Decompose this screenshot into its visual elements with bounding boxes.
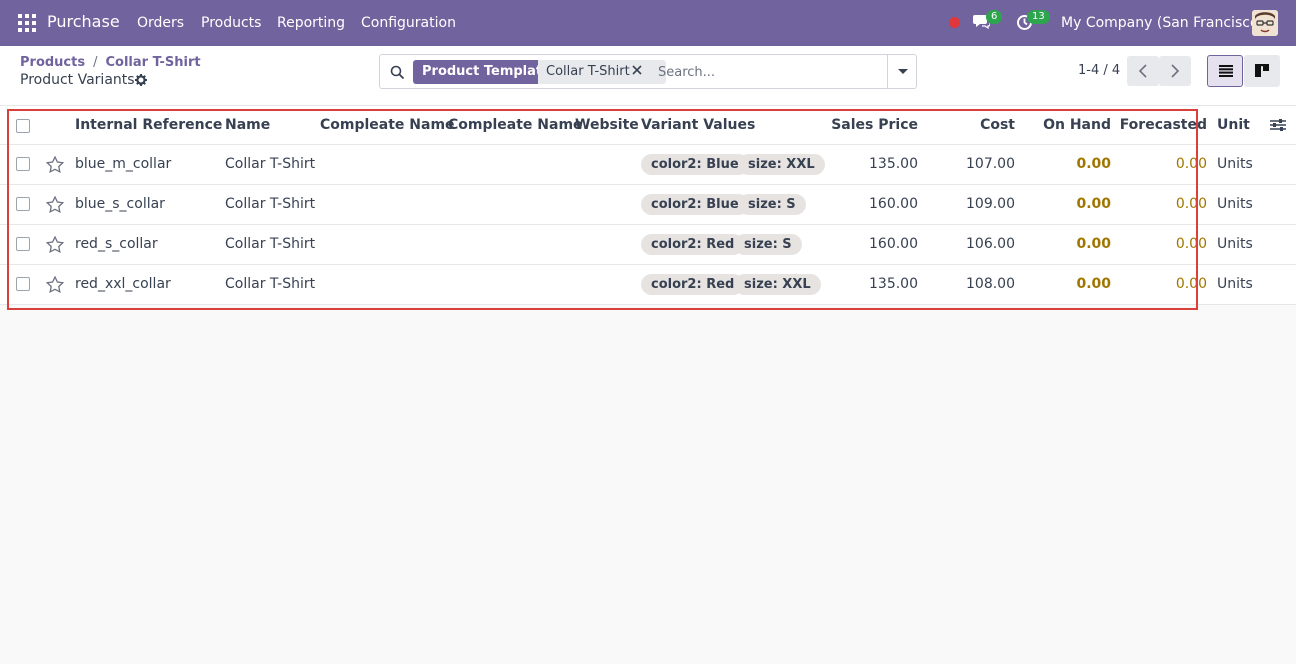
search-bar: Product Template Collar T-Shirt	[379, 54, 917, 89]
avatar-face-icon	[1252, 10, 1278, 36]
list-view-icon	[1219, 65, 1233, 77]
chevron-left-icon	[1138, 64, 1147, 78]
activities-badge: 13	[1027, 10, 1050, 24]
optional-columns-icon[interactable]	[1270, 118, 1286, 132]
variant-tag: color2: Red	[641, 274, 745, 295]
table-row[interactable]: red_s_collar Collar T-Shirt color2: Red …	[0, 225, 1296, 265]
list-view-button[interactable]	[1207, 55, 1243, 87]
column-forecasted[interactable]: Forecasted	[1120, 117, 1207, 133]
app-brand[interactable]: Purchase	[47, 12, 120, 31]
cell-name: Collar T-Shirt	[225, 236, 316, 252]
cell-on-hand: 0.00	[1076, 236, 1111, 252]
menu-products[interactable]: Products	[201, 15, 261, 31]
cell-cost: 108.00	[966, 276, 1015, 292]
favorite-star-icon[interactable]	[46, 236, 64, 253]
recording-indicator-icon[interactable]	[949, 17, 960, 28]
top-navbar: Purchase Orders Products Reporting Confi…	[0, 0, 1296, 46]
cell-sales-price: 160.00	[869, 236, 918, 252]
favorite-star-icon[interactable]	[46, 196, 64, 213]
column-website[interactable]: Website	[575, 117, 639, 133]
user-avatar[interactable]	[1252, 10, 1278, 36]
search-icon	[390, 65, 405, 80]
gear-icon[interactable]	[135, 74, 147, 86]
column-unit[interactable]: Unit	[1217, 117, 1250, 133]
menu-configuration[interactable]: Configuration	[361, 15, 456, 31]
menu-orders[interactable]: Orders	[137, 15, 184, 31]
kanban-view-button[interactable]	[1244, 55, 1280, 87]
column-compleate-name[interactable]: Compleate Name	[320, 117, 455, 133]
control-panel: Products / Collar T-Shirt Product Variants…	[0, 46, 1296, 106]
cell-on-hand: 0.00	[1076, 156, 1111, 172]
page-title: Product Variants	[20, 72, 135, 88]
table-row[interactable]: blue_m_collar Collar T-Shirt color2: Blu…	[0, 145, 1296, 185]
variant-tag: color2: Blue	[641, 194, 749, 215]
cell-sales-price: 135.00	[869, 276, 918, 292]
cell-unit: Units	[1217, 156, 1253, 172]
pager-next-button[interactable]	[1159, 56, 1191, 86]
menu-reporting[interactable]: Reporting	[277, 15, 345, 31]
apps-menu-icon[interactable]	[18, 14, 36, 32]
remove-facet-icon[interactable]	[632, 65, 642, 75]
cell-name: Collar T-Shirt	[225, 156, 316, 172]
cell-cost: 107.00	[966, 156, 1015, 172]
column-variant-values[interactable]: Variant Values	[641, 117, 755, 133]
breadcrumb-collar-tshirt-link[interactable]: Collar T-Shirt	[105, 55, 200, 70]
cell-internal-reference: red_xxl_collar	[75, 276, 171, 292]
pager-previous-button[interactable]	[1127, 56, 1159, 86]
table-row[interactable]: red_xxl_collar Collar T-Shirt color2: Re…	[0, 265, 1296, 305]
variant-tag: color2: Red	[641, 234, 745, 255]
favorite-star-icon[interactable]	[46, 276, 64, 293]
cell-sales-price: 160.00	[869, 196, 918, 212]
favorite-star-icon[interactable]	[46, 156, 64, 173]
caret-down-icon	[898, 69, 908, 74]
cell-unit: Units	[1217, 196, 1253, 212]
cell-sales-price: 135.00	[869, 156, 918, 172]
breadcrumb-products-link[interactable]: Products	[20, 55, 85, 70]
kanban-view-icon	[1255, 64, 1269, 77]
cell-name: Collar T-Shirt	[225, 276, 316, 292]
cell-internal-reference: red_s_collar	[75, 236, 158, 252]
cell-on-hand: 0.00	[1076, 276, 1111, 292]
cell-name: Collar T-Shirt	[225, 196, 316, 212]
messages-badge: 6	[986, 10, 1003, 24]
table-header: Internal Reference Name Compleate Name C…	[0, 106, 1296, 145]
breadcrumb: Products / Collar T-Shirt	[20, 55, 201, 70]
cell-forecasted: 0.00	[1175, 236, 1207, 252]
column-on-hand[interactable]: On Hand	[1043, 117, 1111, 133]
search-input[interactable]	[658, 61, 878, 83]
variant-tag: size: XXL	[738, 154, 825, 175]
cell-cost: 106.00	[966, 236, 1015, 252]
table-row[interactable]: blue_s_collar Collar T-Shirt color2: Blu…	[0, 185, 1296, 225]
column-cost[interactable]: Cost	[980, 117, 1015, 133]
variant-tag: size: XXL	[734, 274, 821, 295]
variant-tag: size: S	[738, 194, 806, 215]
cell-internal-reference: blue_s_collar	[75, 196, 165, 212]
select-all-checkbox[interactable]	[16, 119, 30, 133]
variant-tag: color2: Blue	[641, 154, 749, 175]
row-checkbox[interactable]	[16, 277, 30, 291]
cell-cost: 109.00	[966, 196, 1015, 212]
row-checkbox[interactable]	[16, 157, 30, 171]
cell-internal-reference: blue_m_collar	[75, 156, 172, 172]
cell-forecasted: 0.00	[1175, 196, 1207, 212]
pager-value[interactable]: 1-4 / 4	[1078, 63, 1120, 78]
company-switcher[interactable]: My Company (San Francisco)	[1061, 15, 1264, 31]
column-name[interactable]: Name	[225, 117, 270, 133]
cell-forecasted: 0.00	[1175, 276, 1207, 292]
column-internal-reference[interactable]: Internal Reference	[75, 117, 222, 133]
row-checkbox[interactable]	[16, 237, 30, 251]
breadcrumb-separator: /	[93, 55, 98, 70]
cell-unit: Units	[1217, 236, 1253, 252]
search-facet-value: Collar T-Shirt	[538, 60, 666, 84]
cell-forecasted: 0.00	[1175, 156, 1207, 172]
row-checkbox[interactable]	[16, 197, 30, 211]
column-sales-price[interactable]: Sales Price	[831, 117, 918, 133]
cell-on-hand: 0.00	[1076, 196, 1111, 212]
variant-tag: size: S	[734, 234, 802, 255]
column-compleate-name-2[interactable]: Compleate Name	[448, 117, 583, 133]
cell-unit: Units	[1217, 276, 1253, 292]
search-options-toggle[interactable]	[887, 55, 917, 88]
chevron-right-icon	[1171, 64, 1180, 78]
